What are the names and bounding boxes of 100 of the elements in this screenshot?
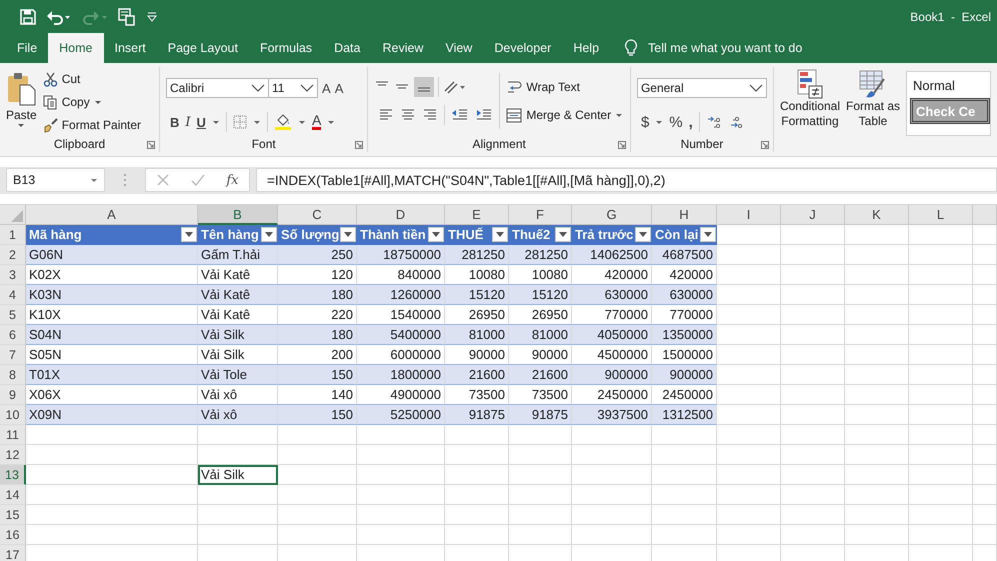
cell[interactable] (781, 285, 845, 305)
cell[interactable] (652, 485, 717, 505)
row-header[interactable]: 13 (0, 465, 26, 485)
cell[interactable] (445, 425, 509, 445)
cell[interactable]: Vải Silk (198, 465, 278, 485)
cell[interactable] (278, 505, 357, 525)
cell[interactable] (909, 365, 973, 385)
format-as-table-button[interactable]: Format as Table (846, 67, 900, 152)
row-header[interactable]: 6 (0, 325, 26, 345)
customize-caret-icon[interactable] (146, 10, 158, 22)
cell[interactable] (509, 485, 572, 505)
fill-bucket-icon[interactable] (274, 113, 292, 131)
cell[interactable] (909, 425, 973, 445)
bold-button[interactable]: B (170, 114, 180, 130)
cell[interactable] (909, 325, 973, 345)
cell[interactable] (357, 465, 445, 485)
cell[interactable] (781, 485, 845, 505)
cell[interactable] (717, 225, 781, 245)
cell[interactable] (909, 225, 973, 245)
cell[interactable] (26, 485, 198, 505)
cut-button[interactable]: Cut (42, 69, 142, 89)
cell[interactable] (26, 445, 198, 465)
cell[interactable] (717, 325, 781, 345)
column-header[interactable]: D (357, 205, 445, 225)
cell[interactable] (509, 445, 572, 465)
cell[interactable] (445, 445, 509, 465)
cell[interactable] (973, 425, 997, 445)
cell[interactable] (198, 445, 278, 465)
select-all-icon[interactable] (11, 210, 23, 222)
cell[interactable] (572, 485, 652, 505)
filter-dropdown-button[interactable] (261, 227, 277, 242)
cell[interactable] (845, 445, 909, 465)
column-header[interactable]: H (652, 205, 717, 225)
cell[interactable] (572, 465, 652, 485)
number-format-dropdown[interactable]: General (636, 78, 767, 98)
cell[interactable] (973, 505, 997, 525)
cell[interactable] (909, 485, 973, 505)
cell[interactable] (781, 505, 845, 525)
wrap-text-button[interactable]: Wrap Text (506, 77, 624, 97)
filter-dropdown-button[interactable] (555, 227, 571, 242)
cell[interactable] (909, 345, 973, 365)
font-name-dropdown[interactable]: Calibri (166, 78, 270, 98)
row-header[interactable]: 11 (0, 425, 26, 445)
cell[interactable] (845, 405, 909, 425)
cell[interactable] (781, 525, 845, 545)
cell[interactable] (357, 525, 445, 545)
cell[interactable] (845, 265, 909, 285)
ribbon-tab[interactable]: View (434, 33, 484, 63)
cell[interactable] (278, 445, 357, 465)
cell[interactable] (781, 405, 845, 425)
align-center-icon[interactable] (400, 108, 416, 122)
ribbon-tab[interactable]: Review (371, 33, 434, 63)
cell[interactable] (973, 345, 997, 365)
cell[interactable] (781, 245, 845, 265)
cell[interactable] (909, 465, 973, 485)
column-header[interactable]: I (717, 205, 781, 225)
cell[interactable] (26, 465, 198, 485)
cell[interactable] (781, 425, 845, 445)
borders-icon[interactable] (232, 115, 247, 129)
cell[interactable] (717, 505, 781, 525)
cell[interactable] (509, 525, 572, 545)
cell[interactable] (26, 425, 198, 445)
cell[interactable] (973, 465, 997, 485)
row-header[interactable]: 14 (0, 485, 26, 505)
cell[interactable] (717, 525, 781, 545)
column-header[interactable]: A (26, 205, 198, 225)
cell[interactable] (909, 305, 973, 325)
row-header[interactable]: 5 (0, 305, 26, 325)
row-header[interactable]: 16 (0, 525, 26, 545)
increase-indent-icon[interactable] (475, 108, 494, 122)
copy-button[interactable]: Copy (42, 92, 142, 112)
column-header[interactable]: F (509, 205, 572, 225)
filter-dropdown-button[interactable] (428, 227, 444, 242)
cell[interactable] (973, 305, 997, 325)
cell[interactable] (198, 525, 278, 545)
cell[interactable] (781, 225, 845, 245)
cell[interactable] (845, 305, 909, 325)
cell[interactable] (973, 385, 997, 405)
cell[interactable] (973, 365, 997, 385)
decrease-indent-icon[interactable] (451, 108, 470, 122)
column-header[interactable] (973, 205, 997, 225)
column-header[interactable]: E (445, 205, 509, 225)
dialog-launcher-icon[interactable] (355, 141, 364, 149)
comma-style-button[interactable]: , (688, 114, 693, 130)
cell[interactable] (278, 525, 357, 545)
cell[interactable] (781, 265, 845, 285)
cell[interactable] (357, 425, 445, 445)
paste-button[interactable]: Paste (6, 67, 37, 136)
row-header[interactable]: 3 (0, 265, 26, 285)
cell[interactable] (652, 445, 717, 465)
cell[interactable] (845, 525, 909, 545)
row-header[interactable]: 7 (0, 345, 26, 365)
cell[interactable] (717, 265, 781, 285)
cell[interactable] (717, 465, 781, 485)
redo-icon[interactable] (82, 8, 108, 24)
row-header[interactable]: 8 (0, 365, 26, 385)
undo-icon[interactable] (46, 8, 72, 24)
conditional-formatting-button[interactable]: Conditional Formatting (780, 67, 840, 152)
cell[interactable] (652, 525, 717, 545)
cell[interactable] (445, 485, 509, 505)
